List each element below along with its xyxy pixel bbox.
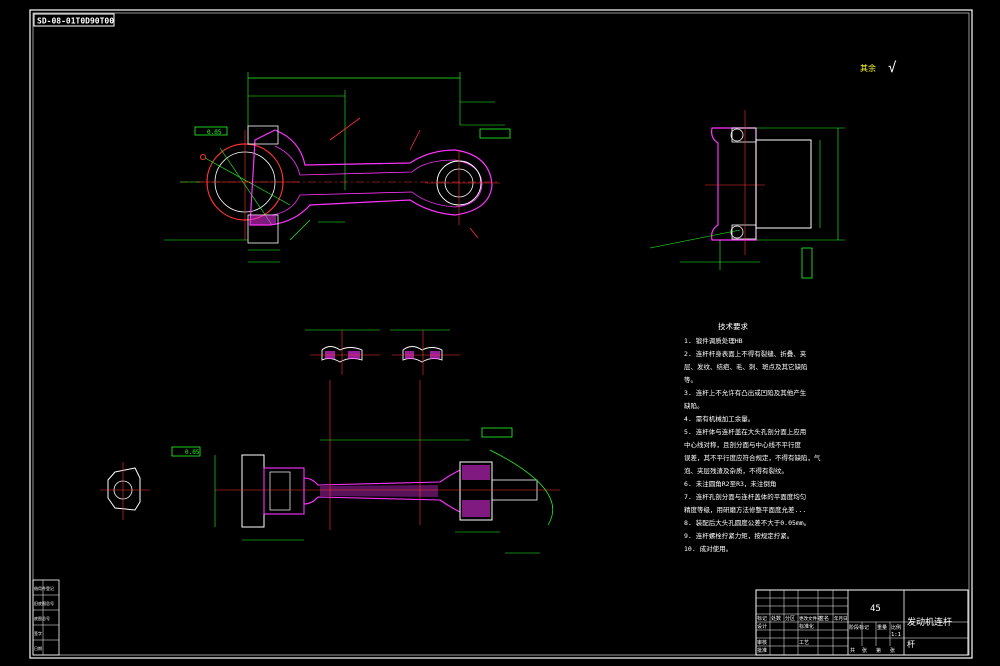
strip-cell: 旧底图总号 [34,600,54,606]
section-views [305,329,460,375]
tb-row1-label: 分区 [785,615,795,622]
tech-req-line: 9. 连杆螺栓拧紧力矩，按规定拧紧。 [684,531,793,540]
scale-value: 1:1 [891,632,901,638]
tb-row1-label: 标记 [757,615,767,622]
tech-req-line: 2. 连杆杆身表面上不得有裂缝、折叠、夹 [684,349,807,358]
tech-requirements: 技术要求 1. 锻件调质处理HB 2. 连杆杆身表面上不得有裂缝、折叠、夹 层、… [684,321,821,553]
finish-mark-symbol: √ [888,60,897,76]
tech-requirements-title: 技术要求 [718,321,748,331]
strip-cell: 日期 [34,645,42,651]
tech-req-line: 1. 锻件调质处理HB [684,336,743,345]
tb-row2-label: 设计 [757,623,767,630]
tech-req-line: 5. 连杆体与连杆盖在大头孔剖分面上应用 [684,427,806,436]
tb-row3-label: 第 [876,647,881,654]
tb-row3-label: 张 [862,647,867,654]
tech-req-line: 7. 连杆孔剖分面与连杆盖体的平面度均匀 [684,492,806,501]
tb-row3-label: 批准 [757,647,767,654]
material-label: 45 [870,604,881,614]
tech-req-line: 层、发纹、结疤、毛、刺、斑点及其它缺陷 [684,362,808,371]
strip-cell: 签字 [34,630,42,636]
tech-req-line: 3. 连杆上不允许有凸出或凹陷及其他产生 [684,388,807,397]
part-name: 发动机连杆 [907,616,952,628]
tb-row1-label: 签名 [819,615,829,622]
inner-border [32,12,970,656]
title-block: 45 发动机连杆 杆 1:1 标记 处数 分区 更改文件号 签名 年月日 设计 … [755,589,969,656]
strip-cell: 借用件登记 [34,585,54,591]
tb-row2-label: 阶段标记 [849,624,869,631]
strip-cell: 底图总号 [34,615,50,621]
tech-req-line: 等。 [684,375,697,384]
tech-req-line: 8. 装配后大头孔圆度公差不大于0.05mm。 [684,518,810,527]
outer-border [29,9,973,659]
tech-req-line: 中心线对称，且剖分面与中心线不平行度 [684,440,802,449]
tech-req-line: 泡、夹层残渣及杂质，不得有裂纹。 [684,466,788,475]
flatness-tolerance: 0.05 [207,129,222,136]
bottom-view [100,380,560,554]
tb-row3-label: 共 [850,647,855,654]
main-view-front [164,72,511,263]
part-name-secondary: 杆 [907,639,915,649]
left-registration-strip: 借用件登记 旧底图总号 底图总号 签字 日期 [32,579,60,656]
tech-req-line: 误差，其不平行度应符合规定，不得有缺陷，气 [684,453,821,462]
tb-row3-label: 工艺 [799,640,809,646]
tb-row3-label: 张 [890,647,895,654]
tb-row2-label: 比例 [891,624,901,631]
cad-drawing-canvas: SD-08-01T0D90T00 其余 √ 技术要求 1. 锻件调质处理HB 2… [29,9,973,659]
tech-req-line: 缺陷。 [684,401,704,410]
drawing-number: SD-08-01T0D90T00 [37,17,114,26]
tb-row2-label: 标准化 [799,623,814,630]
tb-row1-label: 年月日 [834,615,848,622]
tb-row2-label: 重量 [877,624,887,631]
parallel-tolerance: 0.05 [185,449,200,456]
tech-req-line: 6. 未注圆角R2至R3，未注倒角 [684,479,776,488]
side-view [649,110,845,279]
tech-req-line: 精度等级，用研磨方法修整平面度允差... [684,505,806,514]
tb-row3-label: 审核 [757,639,767,646]
tb-row1-label: 处数 [771,615,781,622]
tech-req-line: 4. 需有机械加工余量。 [684,414,754,423]
finish-mark-label: 其余 [860,63,876,73]
tech-req-line: 10. 成对使用。 [684,544,732,553]
